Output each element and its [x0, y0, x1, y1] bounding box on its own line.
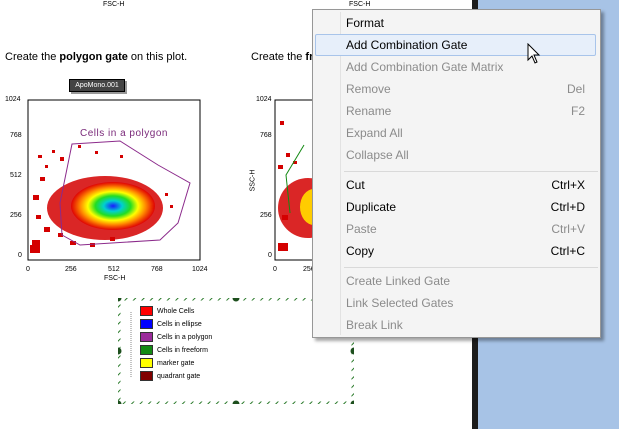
menu-item-format[interactable]: Format: [315, 12, 596, 34]
context-menu: Format Add Combination Gate Add Combinat…: [312, 9, 601, 338]
left-dot-plot[interactable]: Cells in a polygon 1024 768 512 256 0 0 …: [0, 95, 215, 282]
x-tick: 256: [65, 266, 77, 273]
y-tick: 256: [260, 212, 272, 219]
x-tick: 512: [108, 266, 120, 273]
left-instruction: Create the polygon gate on this plot.: [5, 51, 188, 63]
menu-item-rename[interactable]: Rename F2: [315, 100, 596, 122]
x-tick: 0: [273, 266, 277, 273]
legend-swatch: [140, 345, 153, 355]
menu-item-expand-all[interactable]: Expand All: [315, 122, 596, 144]
y-tick: 512: [10, 172, 22, 179]
menu-item-create-linked-gate[interactable]: Create Linked Gate: [315, 270, 596, 292]
x-tick: 1024: [192, 266, 208, 273]
x-tick: 768: [151, 266, 163, 273]
menu-item-paste[interactable]: Paste Ctrl+V: [315, 218, 596, 240]
menu-item-cut[interactable]: Cut Ctrl+X: [315, 174, 596, 196]
y-tick: 0: [268, 252, 272, 259]
top-axis-label-right: FSC-H: [349, 1, 371, 8]
gate-tag[interactable]: ApoMono.001: [69, 79, 125, 92]
y-tick: 768: [260, 132, 272, 139]
right-dot-plot[interactable]: 1024 768 256 0 SSC-H 0 256: [238, 95, 314, 280]
right-instruction: Create the fr: [251, 51, 314, 63]
legend-item[interactable]: marker gate: [140, 357, 194, 369]
y-tick: 1024: [256, 96, 272, 103]
polygon-gate-label[interactable]: Cells in a polygon: [80, 128, 168, 139]
menu-item-collapse-all[interactable]: Collapse All: [315, 144, 596, 166]
menu-item-add-combination-gate-matrix[interactable]: Add Combination Gate Matrix: [315, 56, 596, 78]
legend-swatch: [140, 306, 153, 316]
legend-item[interactable]: Cells in a polygon: [140, 331, 212, 343]
x-tick: 0: [26, 266, 30, 273]
menu-separator: [344, 171, 598, 172]
legend-item[interactable]: Cells in freeform: [140, 344, 208, 356]
y-axis-label: SSC-H: [249, 169, 257, 192]
legend-swatch: [140, 371, 153, 381]
legend-swatch: [140, 358, 153, 368]
menu-item-duplicate[interactable]: Duplicate Ctrl+D: [315, 196, 596, 218]
y-tick: 1024: [5, 96, 21, 103]
top-axis-label-left: FSC-H: [103, 1, 125, 8]
y-tick: 256: [10, 212, 22, 219]
legend-item[interactable]: quadrant gate: [140, 370, 200, 382]
menu-item-link-selected-gates[interactable]: Link Selected Gates: [315, 292, 596, 314]
menu-item-remove[interactable]: Remove Del: [315, 78, 596, 100]
legend-swatch: [140, 332, 153, 342]
legend-item[interactable]: Whole Cells: [140, 305, 194, 317]
legend-item[interactable]: Cells in ellipse: [140, 318, 202, 330]
y-tick: 768: [10, 132, 22, 139]
x-axis-label: FSC-H: [104, 275, 126, 282]
mouse-cursor-icon: [527, 43, 541, 64]
menu-item-add-combination-gate[interactable]: Add Combination Gate: [315, 34, 596, 56]
menu-item-copy[interactable]: Copy Ctrl+C: [315, 240, 596, 262]
menu-separator: [344, 267, 598, 268]
menu-item-break-link[interactable]: Break Link: [315, 314, 596, 336]
y-tick: 0: [18, 252, 22, 259]
legend-swatch: [140, 319, 153, 329]
